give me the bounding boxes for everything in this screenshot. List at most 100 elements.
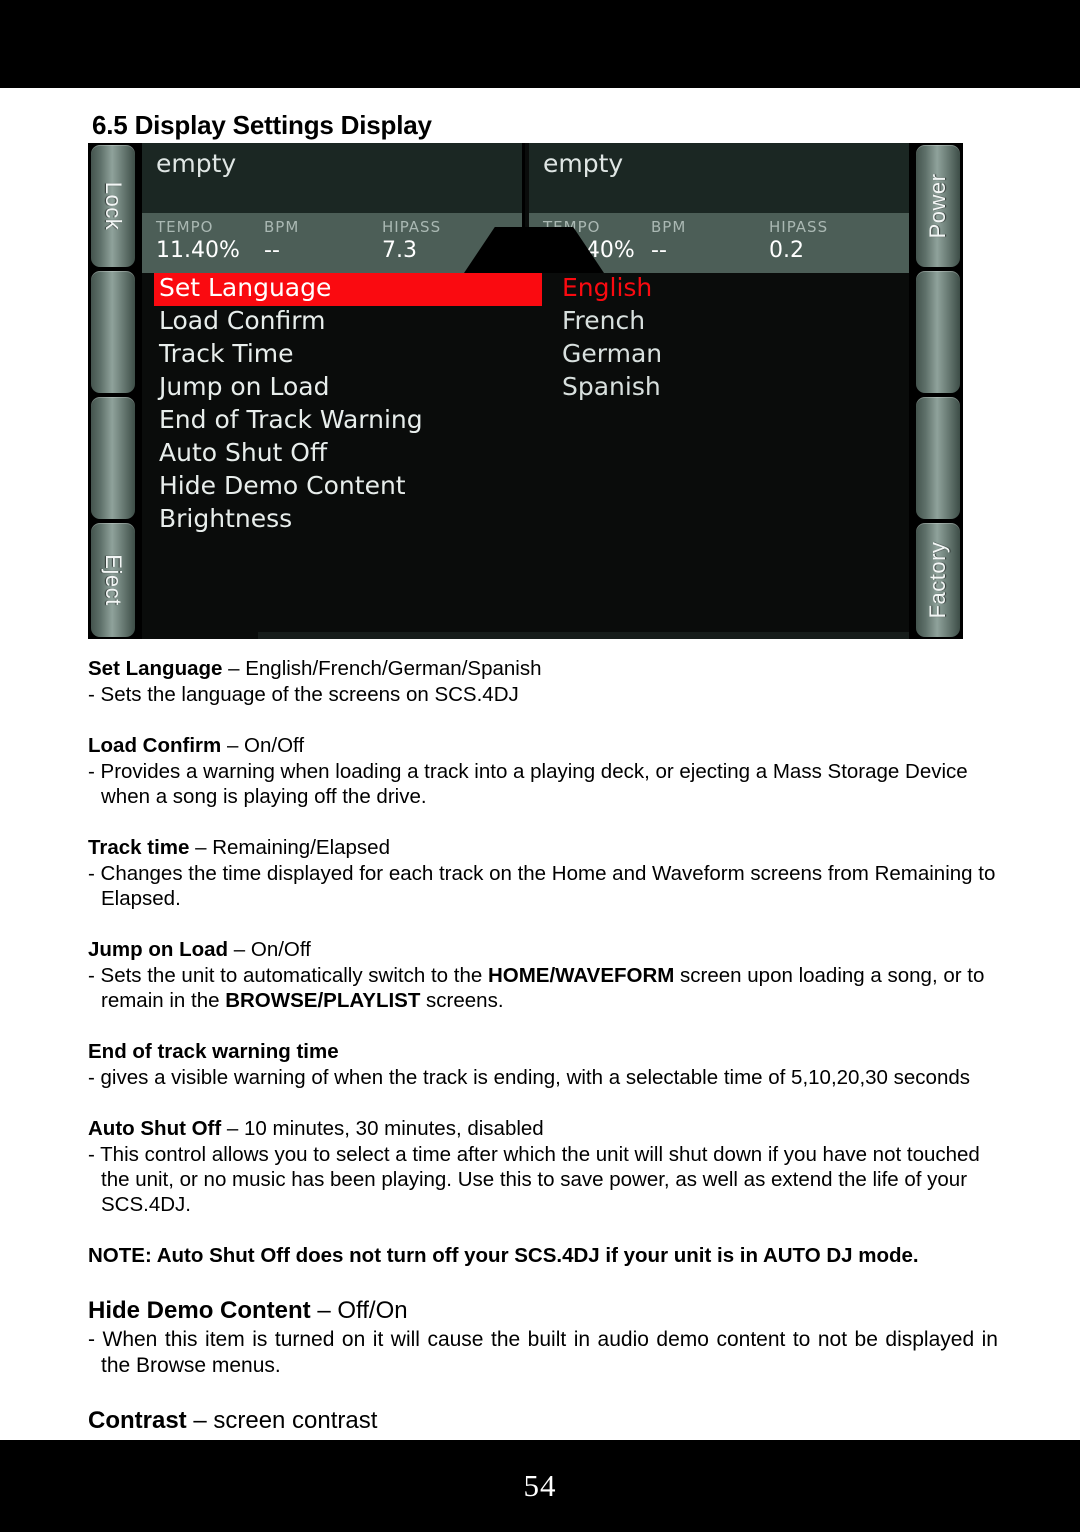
auto-shut-off-heading: Auto Shut Off – 10 minutes, 30 minutes, …	[88, 1116, 998, 1142]
deck-b-hipass-label: HIPASS	[769, 218, 829, 236]
section-auto-shut-off: Auto Shut Off – 10 minutes, 30 minutes, …	[88, 1116, 998, 1217]
jump-on-load-part1: - Sets the unit to automatically switch …	[88, 964, 488, 987]
set-language-heading: Set Language – English/French/German/Spa…	[88, 656, 998, 682]
option-english[interactable]: English	[562, 273, 652, 302]
deck-b-track-title: empty	[543, 149, 624, 178]
factory-button[interactable]: Factory	[916, 523, 960, 637]
section-jump-on-load: Jump on Load – On/Off - Sets the unit to…	[88, 937, 998, 1013]
jump-on-load-bold1: HOME/WAVEFORM	[487, 964, 675, 987]
deck-header-area: empty TEMPO 11.40% BPM -- HIPASS 7.3 emp…	[142, 143, 909, 273]
set-language-heading-bold: Set Language	[88, 657, 223, 680]
deck-b-bpm: BPM --	[651, 218, 686, 263]
jump-on-load-body: - Sets the unit to automatically switch …	[88, 963, 998, 1013]
track-time-heading-rest: – Remaining/Elapsed	[189, 836, 390, 859]
lock-button-label: Lock	[101, 181, 126, 231]
page-title: 6.5 Display Settings Display	[92, 110, 432, 140]
auto-shut-off-body: - This control allows you to select a ti…	[88, 1143, 980, 1216]
menu-item-track-time[interactable]: Track Time German	[142, 339, 909, 372]
display-bottom-strip	[258, 632, 909, 639]
jump-on-load-bold2: BROWSE/PLAYLIST	[225, 989, 421, 1012]
option-german[interactable]: German	[562, 339, 662, 368]
load-confirm-body: - Provides a warning when loading a trac…	[88, 760, 968, 808]
section-track-time: Track time – Remaining/Elapsed - Changes…	[88, 835, 998, 911]
load-confirm-heading: Load Confirm – On/Off	[88, 733, 998, 759]
section-hide-demo-content: Hide Demo Content – Off/On - When this i…	[88, 1295, 998, 1379]
menu-item-hide-demo-content[interactable]: Hide Demo Content	[142, 471, 909, 504]
set-language-heading-rest: – English/French/German/Spanish	[222, 657, 542, 680]
option-spanish[interactable]: Spanish	[562, 372, 661, 401]
deck-b-hipass-value: 0.2	[769, 238, 804, 263]
menu-item-label: End of Track Warning	[159, 405, 423, 434]
menu-item-label: Track Time	[159, 339, 294, 368]
deck-b-hipass: HIPASS 0.2	[769, 218, 828, 263]
page-top-bar	[0, 0, 1080, 88]
eject-button[interactable]: Eject	[91, 523, 135, 637]
menu-item-label: Brightness	[159, 504, 293, 533]
body-copy: Set Language – English/French/German/Spa…	[88, 656, 998, 1437]
deck-a-bpm-value: --	[264, 238, 280, 263]
auto-shut-off-heading-bold: Auto Shut Off	[88, 1117, 222, 1140]
lock-button[interactable]: Lock	[91, 145, 135, 267]
deck-a-hipass: HIPASS 7.3	[382, 218, 441, 263]
option-french[interactable]: French	[562, 306, 645, 335]
section-contrast: Contrast – screen contrast	[88, 1405, 998, 1437]
right-soft-button-3[interactable]	[916, 397, 960, 519]
jump-on-load-heading-rest: – On/Off	[228, 938, 311, 961]
track-time-heading-bold: Track time	[88, 836, 190, 859]
deck-a-hipass-label: HIPASS	[382, 218, 442, 236]
end-of-track-heading-bold: End of track warning time	[88, 1040, 339, 1063]
deck-a-tempo-label: TEMPO	[156, 218, 214, 236]
hide-demo-heading-rest: – Off/On	[310, 1297, 408, 1324]
end-of-track-body: - gives a visible warning of when the tr…	[88, 1066, 970, 1089]
menu-item-label: Hide Demo Content	[159, 471, 406, 500]
menu-item-auto-shut-off[interactable]: Auto Shut Off	[142, 438, 909, 471]
section-set-language: Set Language – English/French/German/Spa…	[88, 656, 998, 707]
section-load-confirm: Load Confirm – On/Off - Provides a warni…	[88, 733, 998, 809]
section-end-of-track-warning: End of track warning time - gives a visi…	[88, 1039, 998, 1090]
set-language-body: - Sets the language of the screens on SC…	[88, 683, 519, 706]
menu-item-label: Jump on Load	[159, 372, 330, 401]
left-soft-button-3[interactable]	[91, 397, 135, 519]
deck-a: empty TEMPO 11.40% BPM -- HIPASS 7.3	[142, 143, 522, 273]
deck-a-tempo-value: 11.40%	[156, 238, 240, 263]
device-display: empty TEMPO 11.40% BPM -- HIPASS 7.3 emp…	[142, 143, 909, 639]
deck-a-bpm-label: BPM	[264, 218, 300, 236]
menu-item-end-of-track-warning[interactable]: End of Track Warning	[142, 405, 909, 438]
right-soft-button-2[interactable]	[916, 271, 960, 393]
menu-item-load-confirm[interactable]: Load Confirm French	[142, 306, 909, 339]
contrast-heading-rest: – screen contrast	[186, 1407, 378, 1434]
deck-a-tempo: TEMPO 11.40%	[156, 218, 240, 263]
power-button[interactable]: Power	[916, 145, 960, 267]
load-confirm-heading-bold: Load Confirm	[88, 734, 222, 757]
load-confirm-heading-rest: – On/Off	[221, 734, 305, 757]
track-time-body: - Changes the time displayed for each tr…	[88, 862, 996, 910]
power-button-label: Power	[925, 173, 950, 239]
contrast-heading-bold: Contrast	[88, 1407, 187, 1434]
menu-item-label: Set Language	[159, 273, 332, 302]
track-time-heading: Track time – Remaining/Elapsed	[88, 835, 998, 861]
jump-on-load-heading-bold: Jump on Load	[88, 938, 229, 961]
deck-a-info-strip: TEMPO 11.40% BPM -- HIPASS 7.3	[142, 213, 522, 273]
end-of-track-heading: End of track warning time	[88, 1039, 998, 1065]
hide-demo-body: - When this item is turned on it will ca…	[88, 1328, 998, 1377]
deck-a-bpm: BPM --	[264, 218, 299, 263]
deck-a-track-title: empty	[156, 149, 237, 178]
menu-item-set-language[interactable]: Set Language English	[142, 273, 909, 306]
menu-item-brightness[interactable]: Brightness	[142, 504, 909, 537]
jump-on-load-heading: Jump on Load – On/Off	[88, 937, 998, 963]
menu-item-jump-on-load[interactable]: Jump on Load Spanish	[142, 372, 909, 405]
left-soft-button-2[interactable]	[91, 271, 135, 393]
auto-shut-off-note: NOTE: Auto Shut Off does not turn off yo…	[88, 1244, 919, 1267]
auto-shut-off-heading-rest: – 10 minutes, 30 minutes, disabled	[221, 1117, 544, 1140]
menu-item-label: Load Confirm	[159, 306, 326, 335]
hide-demo-heading-bold: Hide Demo Content	[88, 1297, 311, 1324]
deck-b-bpm-label: BPM	[651, 218, 687, 236]
